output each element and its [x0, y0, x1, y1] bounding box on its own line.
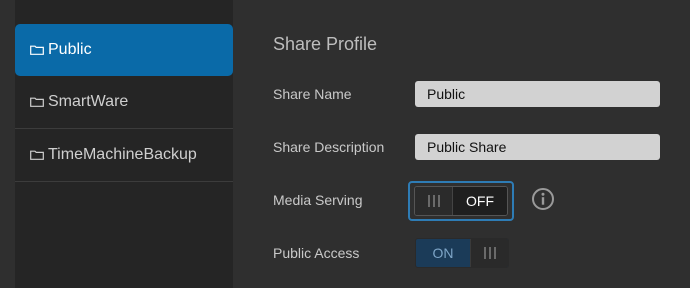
folder-icon — [30, 97, 44, 107]
sidebar-item-label: SmartWare — [48, 93, 129, 110]
sidebar-item-smartware[interactable]: SmartWare — [15, 76, 233, 128]
public-access-label: Public Access — [273, 245, 360, 261]
folder-icon — [30, 150, 44, 160]
public-access-toggle[interactable]: ON — [415, 238, 509, 268]
share-settings-window: Public SmartWare TimeMachineBackup Share… — [0, 0, 690, 288]
sidebar-item-timemachinebackup[interactable]: TimeMachineBackup — [15, 129, 233, 181]
media-serving-label: Media Serving — [273, 192, 363, 208]
page-title: Share Profile — [273, 34, 378, 54]
toggle-grip — [415, 187, 453, 215]
sidebar-divider — [15, 181, 233, 182]
share-name-label: Share Name — [273, 86, 352, 102]
sidebar-item-label: TimeMachineBackup — [48, 146, 197, 163]
sidebar-item-label: Public — [48, 41, 92, 58]
share-description-label: Share Description — [273, 139, 385, 155]
share-description-input[interactable] — [415, 134, 660, 160]
media-serving-state: OFF — [453, 187, 507, 215]
public-access-state: ON — [432, 245, 454, 261]
share-list-sidebar: Public SmartWare TimeMachineBackup — [15, 0, 233, 288]
toggle-grip — [470, 239, 508, 267]
info-icon[interactable] — [531, 187, 555, 211]
share-name-input[interactable] — [415, 81, 660, 107]
sidebar-item-public[interactable]: Public — [15, 24, 233, 76]
folder-icon — [30, 45, 44, 55]
media-serving-toggle[interactable]: OFF — [414, 186, 508, 216]
